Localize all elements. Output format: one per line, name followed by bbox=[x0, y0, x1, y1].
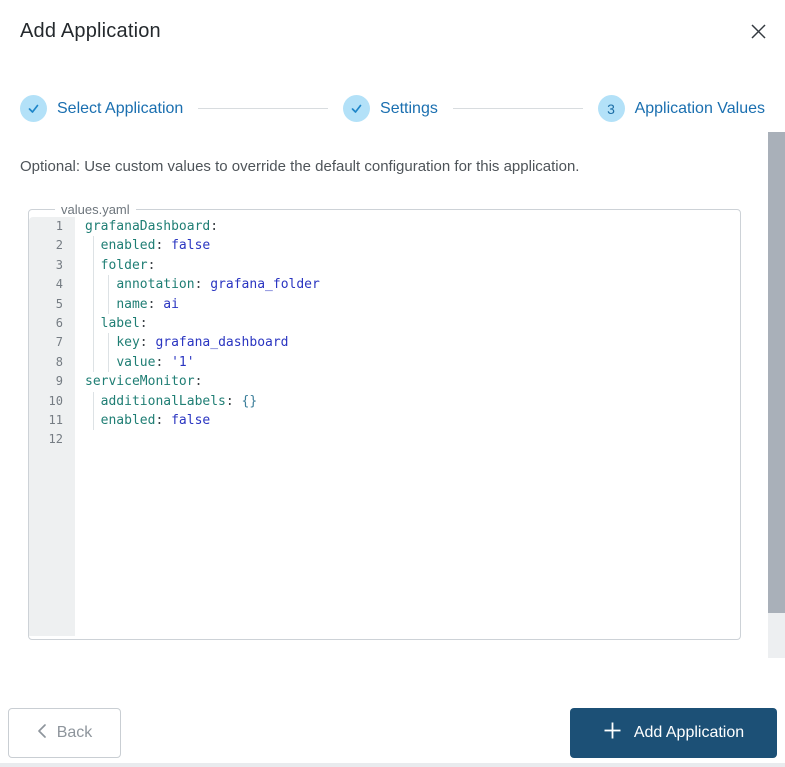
code-line: label: bbox=[85, 313, 740, 334]
code-area[interactable]: grafanaDashboard: enabled: false folder:… bbox=[75, 207, 740, 636]
indent-guide bbox=[92, 294, 94, 314]
back-button-label: Back bbox=[56, 724, 93, 741]
indent-guide bbox=[108, 275, 110, 295]
step-check-icon bbox=[343, 95, 371, 122]
line-number: 10 bbox=[48, 393, 63, 408]
indent-guide bbox=[108, 333, 110, 353]
back-button[interactable]: Back bbox=[8, 708, 121, 758]
editor-filename-label: values.yaml bbox=[55, 203, 136, 217]
chevron-left-icon bbox=[37, 723, 47, 744]
line-number: 11 bbox=[48, 412, 63, 427]
indent-guide bbox=[92, 352, 94, 373]
line-number: 3 bbox=[55, 257, 63, 272]
step-number-badge: 3 bbox=[597, 95, 625, 122]
step-label: Application Values bbox=[634, 99, 766, 117]
stepper-step-select-application[interactable]: Select Application bbox=[20, 95, 183, 122]
indent-guide bbox=[92, 410, 94, 431]
line-number: 8 bbox=[55, 354, 63, 369]
step-label: Select Application bbox=[57, 99, 184, 117]
code-line: annotation: grafana_folder bbox=[85, 275, 740, 295]
indent-guide bbox=[92, 236, 94, 256]
step-check-icon bbox=[20, 95, 47, 122]
add-application-button[interactable]: Add Application bbox=[570, 708, 777, 758]
line-number: 2 bbox=[55, 238, 63, 253]
indent-guide bbox=[92, 333, 94, 353]
code-line: key: grafana_dashboard bbox=[85, 333, 740, 353]
stepper: Select Application Settings 3 Application V… bbox=[20, 95, 765, 122]
line-number: 6 bbox=[55, 315, 63, 330]
indent-guide bbox=[92, 313, 94, 334]
plus-icon bbox=[603, 721, 622, 745]
code-line: additionalLabels: {} bbox=[85, 391, 740, 411]
code-line: folder: bbox=[85, 255, 740, 276]
code-line: enabled: false bbox=[85, 236, 740, 256]
stepper-connector bbox=[452, 108, 583, 109]
close-button[interactable] bbox=[747, 22, 769, 44]
scrollbar-thumb[interactable] bbox=[768, 132, 785, 613]
stepper-step-application-values[interactable]: 3 Application Values bbox=[597, 95, 766, 122]
indent-guide bbox=[108, 294, 110, 314]
close-icon bbox=[750, 23, 767, 43]
line-number: 12 bbox=[48, 432, 63, 447]
line-number: 5 bbox=[55, 296, 63, 311]
line-number: 9 bbox=[55, 374, 63, 389]
add-application-button-label: Add Application bbox=[633, 724, 745, 741]
yaml-editor[interactable]: 1 2 3 4 5 6 7 8 9 10 11 12 grafanaDashboard: enable… bbox=[29, 207, 740, 636]
line-number-gutter: 1 2 3 4 5 6 7 8 9 10 11 12 bbox=[29, 207, 75, 636]
indent-guide bbox=[92, 391, 94, 411]
line-number: 7 bbox=[55, 335, 63, 350]
indent-guide bbox=[108, 352, 110, 373]
indent-guide bbox=[92, 255, 94, 276]
code-line: serviceMonitor: bbox=[85, 374, 203, 390]
code-line: value: '1' bbox=[85, 352, 740, 373]
values-yaml-editor-frame: values.yaml 1 2 3 4 5 6 7 8 9 10 11 12 grafanaDashb… bbox=[28, 202, 741, 640]
code-line: name: ai bbox=[85, 294, 740, 314]
modal-bottom-edge bbox=[0, 763, 785, 767]
page-title: Add Application bbox=[20, 20, 161, 42]
step-label: Settings bbox=[380, 99, 438, 117]
stepper-connector bbox=[198, 108, 329, 109]
code-line: grafanaDashboard: bbox=[85, 219, 219, 234]
line-number: 4 bbox=[55, 277, 63, 292]
stepper-step-settings[interactable]: Settings bbox=[343, 95, 438, 122]
indent-guide bbox=[92, 275, 94, 295]
line-number: 1 bbox=[55, 219, 63, 233]
instruction-text: Optional: Use custom values to override … bbox=[20, 158, 580, 175]
code-line: enabled: false bbox=[85, 410, 740, 431]
